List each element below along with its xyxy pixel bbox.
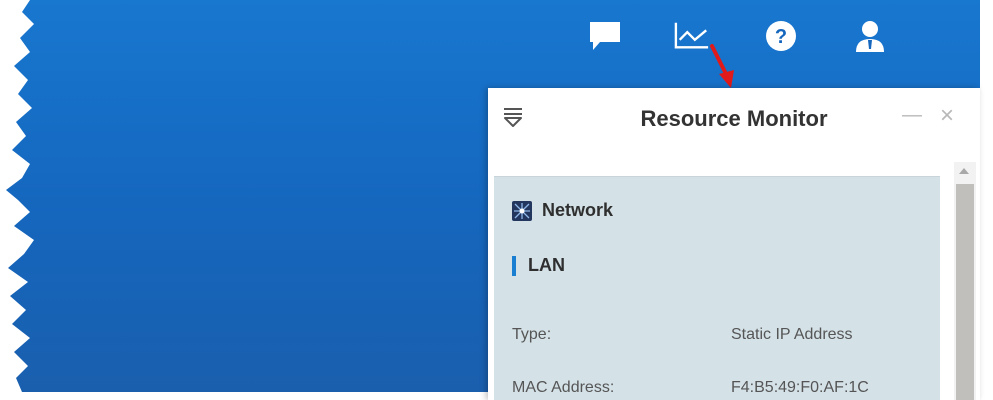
scrollbar-thumb[interactable] <box>956 184 974 400</box>
scroll-up-arrow-icon[interactable] <box>959 168 969 174</box>
network-icon <box>512 200 532 221</box>
scrollbar[interactable] <box>954 162 976 400</box>
close-icon[interactable]: × <box>940 102 954 130</box>
help-icon[interactable]: ? <box>763 18 799 54</box>
accent-bar <box>512 255 516 276</box>
network-section-title: Network <box>542 200 614 220</box>
panel-header: Resource Monitor — × <box>488 88 980 148</box>
row-label: Type: <box>512 326 552 343</box>
network-section-header: Network <box>512 200 613 221</box>
lan-subsection-title: LAN <box>528 255 565 275</box>
resource-monitor-panel: Resource Monitor — × Network LAN Type: S… <box>488 88 980 400</box>
row-label: MAC Address: <box>512 379 615 396</box>
user-icon[interactable] <box>852 18 888 54</box>
lan-subsection-header: LAN <box>512 255 565 276</box>
annotation-arrow <box>710 44 734 88</box>
row-value: F4:B5:49:F0:AF:1C <box>731 379 869 396</box>
minimize-icon[interactable]: — <box>902 104 922 127</box>
chat-icon[interactable] <box>587 18 623 54</box>
svg-text:?: ? <box>775 26 787 48</box>
row-value: Static IP Address <box>731 326 853 343</box>
panel-content: Network LAN Type: Static IP Address MAC … <box>494 176 940 400</box>
